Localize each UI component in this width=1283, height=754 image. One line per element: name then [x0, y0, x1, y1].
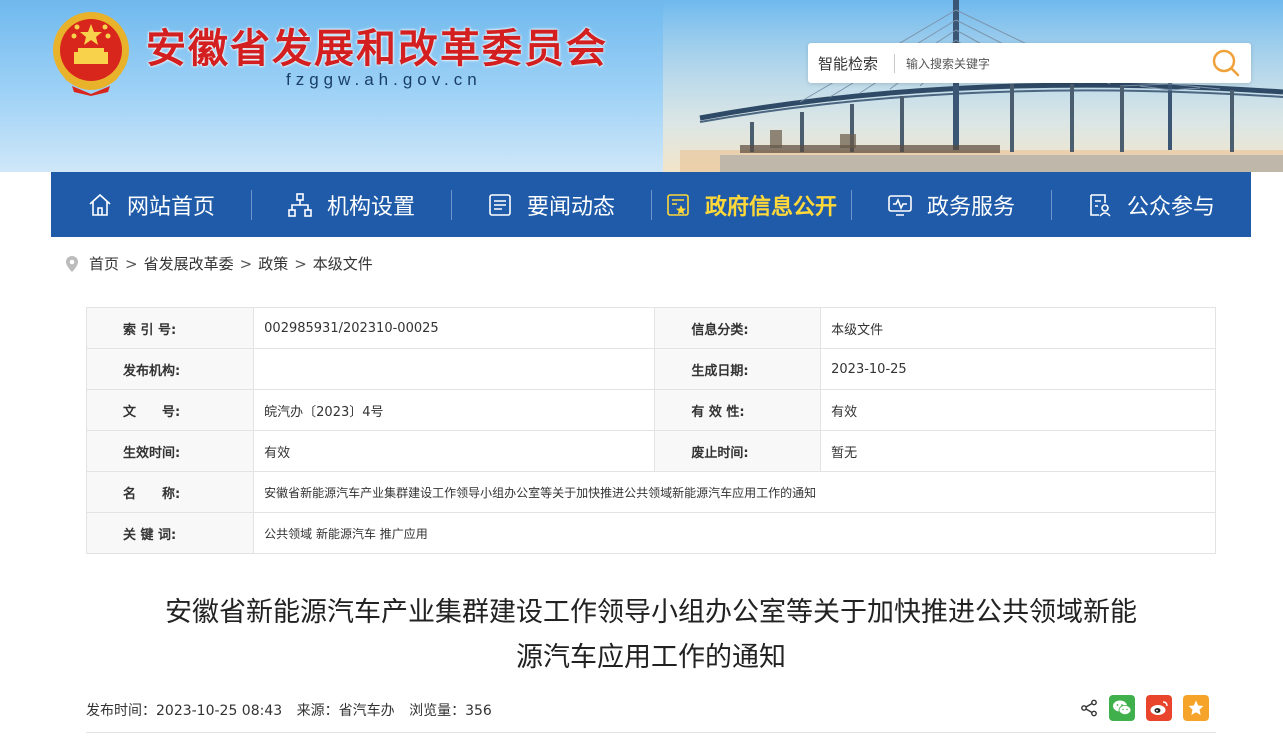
nav-label: 公众参与 [1126, 194, 1215, 220]
table-row: 发布机构: 生成日期: 2023-10-25 [85, 348, 1216, 390]
breadcrumb-home[interactable]: 首页 [89, 253, 119, 274]
public-participation-icon [1090, 193, 1111, 217]
effective-time-label: 生效时间: [85, 430, 255, 472]
article-meta: 发布时间：2023-10-25 08:43 来源：省汽车办 浏览量：356 [86, 700, 502, 720]
document-info-table: 索 引 号: 002985931/202310-00025 信息分类: 本级文件… [85, 307, 1216, 554]
doc-name-label: 名 称: [85, 471, 255, 513]
nav-item-public[interactable]: 公众参与 [1051, 172, 1251, 237]
site-header: 安徽省发展和改革委员会 fzggw.ah.gov.cn 智能检索 [0, 0, 1283, 172]
table-row: 名 称: 安徽省新能源汽车产业集群建设工作领导小组办公室等关于加快推进公共领域新… [85, 471, 1216, 513]
nav-item-home[interactable]: 网站首页 [51, 172, 251, 237]
nav-item-news[interactable]: 要闻动态 [451, 172, 651, 237]
table-row: 关 键 词: 公共领域 新能源汽车 推广应用 [85, 512, 1216, 554]
index-label: 索 引 号: [85, 307, 255, 349]
keywords-label: 关 键 词: [85, 512, 255, 554]
weibo-share-button[interactable] [1146, 695, 1172, 721]
gov-info-icon [667, 193, 689, 216]
category-label: 信息分类: [654, 307, 822, 349]
national-emblem-logo [53, 12, 129, 96]
location-pin-icon [66, 255, 78, 272]
article-title-line: 源汽车应用工作的通知 [516, 642, 786, 673]
expire-time-value: 暂无 [820, 430, 1216, 472]
wechat-icon [1113, 700, 1132, 715]
breadcrumb: 首页 > 省发展改革委 > 政策 > 本级文件 [65, 253, 373, 274]
publisher-value [253, 348, 656, 390]
validity-value: 有效 [820, 389, 1216, 431]
site-domain: fzggw.ah.gov.cn [286, 70, 482, 89]
table-row: 文 号: 皖汽办〔2023〕4号 有 效 性: 有效 [85, 389, 1216, 431]
share-bar [1080, 695, 1209, 721]
site-title: 安徽省发展和改革委员会 [146, 25, 608, 72]
doc-number-label: 文 号: [85, 389, 255, 431]
main-nav: 网站首页 机构设置 要闻动态 政府信息公开 政务服务 公众参与 [51, 172, 1251, 237]
news-icon [489, 193, 511, 216]
search-button[interactable] [1201, 43, 1251, 83]
nav-label: 政务服务 [926, 194, 1015, 220]
divider [86, 732, 1216, 733]
search-input[interactable] [904, 51, 1198, 77]
publish-time: 发布时间：2023-10-25 08:43 [86, 703, 283, 719]
created-date-value: 2023-10-25 [820, 348, 1216, 390]
search-divider [894, 54, 895, 73]
weibo-icon [1150, 701, 1168, 715]
favorite-button[interactable] [1183, 695, 1209, 721]
publisher-label: 发布机构: [85, 348, 255, 390]
breadcrumb-separator: > [239, 254, 253, 273]
nav-item-gov-info[interactable]: 政府信息公开 [651, 172, 851, 237]
expire-time-label: 废止时间: [654, 430, 822, 472]
view-count: 浏览量：356 [409, 703, 492, 719]
doc-number-value: 皖汽办〔2023〕4号 [253, 389, 656, 431]
doc-name-value: 安徽省新能源汽车产业集群建设工作领导小组办公室等关于加快推进公共领域新能源汽车应… [253, 471, 1216, 513]
nav-item-organization[interactable]: 机构设置 [251, 172, 451, 237]
article-title-line: 安徽省新能源汽车产业集群建设工作领导小组办公室等关于加快推进公共领域新能 [165, 597, 1137, 628]
keywords-value: 公共领域 新能源汽车 推广应用 [253, 512, 1216, 554]
breadcrumb-separator: > [125, 254, 138, 273]
breadcrumb-policy[interactable]: 政策 [258, 253, 288, 274]
article-source: 来源：省汽车办 [296, 703, 395, 719]
nav-label: 政府信息公开 [704, 194, 837, 220]
table-row: 索 引 号: 002985931/202310-00025 信息分类: 本级文件 [85, 307, 1216, 349]
home-icon [89, 193, 111, 216]
breadcrumb-current[interactable]: 本级文件 [313, 253, 373, 274]
validity-label: 有 效 性: [654, 389, 822, 431]
bridge-banner-image [680, 0, 1283, 172]
share-icon[interactable] [1080, 699, 1098, 717]
wechat-share-button[interactable] [1109, 695, 1135, 721]
breadcrumb-separator: > [294, 254, 307, 273]
monitor-service-icon [888, 194, 912, 216]
category-value: 本级文件 [820, 307, 1216, 349]
created-date-label: 生成日期: [654, 348, 822, 390]
search-bar: 智能检索 [808, 43, 1251, 83]
effective-time-value: 有效 [253, 430, 656, 472]
nav-label: 机构设置 [326, 194, 415, 220]
org-chart-icon [288, 192, 312, 217]
breadcrumb-department[interactable]: 省发展改革委 [144, 253, 234, 274]
index-value: 002985931/202310-00025 [253, 307, 656, 349]
nav-item-services[interactable]: 政务服务 [851, 172, 1051, 237]
nav-label: 网站首页 [126, 194, 215, 220]
article-title: 安徽省新能源汽车产业集群建设工作领导小组办公室等关于加快推进公共领域新能 源汽车… [51, 590, 1251, 680]
star-icon [1188, 700, 1204, 715]
nav-label: 要闻动态 [526, 194, 615, 220]
search-label: 智能检索 [818, 55, 879, 73]
table-row: 生效时间: 有效 废止时间: 暂无 [85, 430, 1216, 472]
search-icon [1212, 49, 1240, 77]
